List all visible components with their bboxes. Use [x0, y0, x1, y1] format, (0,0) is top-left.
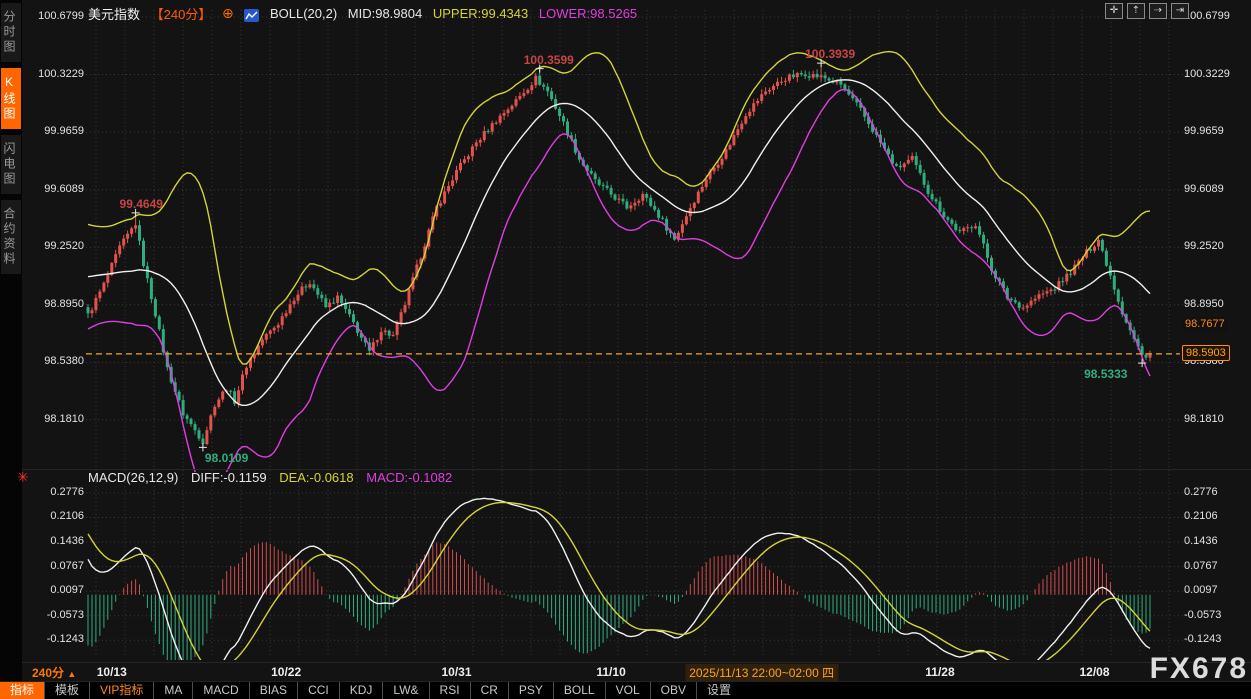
price-extreme-label: 99.4649: [120, 197, 163, 211]
macd-header: MACD(26,12,9) DIFF:-0.1159 DEA:-0.0618 M…: [88, 470, 461, 485]
axis-tick-label: 0.2106: [28, 510, 84, 522]
toolbar-item-VIP指标[interactable]: VIP指标: [89, 682, 153, 699]
price-extreme-label: 98.5333: [1084, 367, 1127, 381]
toolbar-item-BOLL[interactable]: BOLL: [553, 682, 605, 699]
axis-tick-label: 0.0097: [1184, 584, 1244, 596]
axis-tick-label: 0.0097: [28, 584, 84, 596]
axis-tick-label: 100.6799: [28, 10, 84, 22]
boll-mid-value: MID:98.9804: [348, 6, 422, 21]
axis-tick-label: 99.9659: [1184, 125, 1244, 137]
last-price-tag: 98.5903: [1182, 345, 1230, 361]
axis-tick-label: 100.6799: [1184, 10, 1244, 22]
symbol-title: 美元指数: [88, 7, 140, 22]
left-sidebar: 分时图 K线图闪电图合约资料: [0, 0, 22, 683]
x-axis-row: 240分 ▲ 2025/11/13 22:00~02:00 四 10/1310/…: [0, 663, 1251, 683]
x-axis-date-label: 12/08: [1080, 665, 1110, 679]
toolbar-item-指标[interactable]: 指标: [0, 682, 44, 699]
toolbar-item-MACD[interactable]: MACD: [192, 682, 248, 699]
sidebar-tab-item[interactable]: 闪电图: [1, 135, 21, 194]
axis-tick-label: 98.1810: [1184, 413, 1244, 425]
price-extreme-label: 100.3599: [524, 53, 574, 67]
prev-price-tag: 98.7677: [1182, 317, 1228, 331]
x-axis-date-label: 10/31: [442, 665, 472, 679]
axis-tick-label: 0.0767: [28, 560, 84, 572]
sidebar-tab-item[interactable]: 分时图: [1, 3, 21, 62]
price-extreme-label: 98.0109: [205, 451, 248, 465]
toolbar-item-RSI[interactable]: RSI: [429, 682, 470, 699]
axis-tick-label: -0.1243: [1184, 633, 1244, 645]
indicator-chart-icon[interactable]: [244, 9, 259, 22]
chart-app: { "chart_header": { "symbol": "美元指数", "p…: [0, 0, 1251, 699]
boll-upper-value: UPPER:99.4343: [433, 6, 528, 21]
boll-label: BOLL(20,2): [270, 6, 337, 21]
x-axis-date-label: 11/28: [925, 665, 954, 679]
sidebar-tab-active[interactable]: K线图: [1, 68, 21, 129]
axis-tick-label: 0.2776: [28, 486, 84, 498]
macd-name: MACD(26,12,9): [88, 470, 178, 485]
macd-macd-value: MACD:-0.1082: [366, 470, 452, 485]
toolbar-item-LW&[interactable]: LW&: [382, 682, 428, 699]
play-tool-icon[interactable]: ⇢: [1149, 3, 1167, 19]
toolbar-item-BIAS[interactable]: BIAS: [249, 682, 297, 699]
x-axis-date-label: 11/10: [596, 665, 625, 679]
axis-tick-label: 0.2106: [1184, 510, 1244, 522]
toolbar-item-KDJ[interactable]: KDJ: [339, 682, 383, 699]
toolbar-item-模板[interactable]: 模板: [44, 682, 89, 699]
pan-tool-icon[interactable]: ✛: [1105, 3, 1123, 19]
axis-tick-label: -0.1243: [28, 633, 84, 645]
axis-tick-label: 98.5380: [28, 355, 84, 367]
axis-tick-label: -0.0573: [28, 609, 84, 621]
axis-tick-label: 98.8950: [1184, 298, 1244, 310]
toolbar-item-CCI[interactable]: CCI: [297, 682, 339, 699]
x-axis-date-label: 10/13: [97, 665, 127, 679]
axis-tick-label: 100.3229: [1184, 68, 1244, 80]
axis-tick-label: 98.1810: [28, 413, 84, 425]
boll-lower-value: LOWER:98.5265: [539, 6, 637, 21]
macd-diff-value: DIFF:-0.1159: [191, 470, 267, 485]
toolbar-item-PSY[interactable]: PSY: [508, 682, 553, 699]
axis-tick-label: 0.1436: [1184, 535, 1244, 547]
toolbar-item-VOL[interactable]: VOL: [605, 682, 650, 699]
toolbar-item-MA[interactable]: MA: [153, 682, 192, 699]
axis-tick-label: 99.2520: [1184, 240, 1244, 252]
toolbar-item-设置[interactable]: 设置: [696, 682, 741, 699]
axis-tick-label: 99.6089: [28, 183, 84, 195]
chart-toolbar-icons: ✛⇡⇢⇥: [1105, 3, 1189, 19]
bottom-toolbar: 指标模板VIP指标MAMACDBIASCCIKDJLW&RSICRPSYBOLL…: [0, 681, 1251, 699]
toolbar-item-CR[interactable]: CR: [470, 682, 508, 699]
shift-right-tool-icon[interactable]: ⇥: [1171, 3, 1189, 19]
axis-tick-label: 0.1436: [28, 535, 84, 547]
axis-tick-label: 99.6089: [1184, 183, 1244, 195]
axis-tick-label: 99.9659: [28, 125, 84, 137]
candlestick-chart-canvas[interactable]: [0, 0, 1251, 699]
chart-header: 美元指数 【240分】 ⊕ BOLL(20,2) MID:98.9804 UPP…: [88, 4, 644, 20]
axis-tick-label: -0.0573: [1184, 609, 1244, 621]
live-indicator-icon[interactable]: ✳: [17, 469, 29, 486]
x-axis-date-label: 10/22: [271, 665, 301, 679]
scale-up-tool-icon[interactable]: ⇡: [1127, 3, 1145, 19]
axis-tick-label: 0.0767: [1184, 560, 1244, 572]
toolbar-item-OBV[interactable]: OBV: [650, 682, 696, 699]
price-extreme-label: 100.3939: [805, 47, 855, 61]
macd-dea-value: DEA:-0.0618: [279, 470, 353, 485]
period-badge: 【240分】: [151, 7, 212, 22]
axis-tick-label: 99.2520: [28, 240, 84, 252]
axis-tick-label: 98.8950: [28, 298, 84, 310]
add-indicator-icon[interactable]: ⊕: [222, 5, 234, 21]
axis-tick-label: 100.3229: [28, 68, 84, 80]
sidebar-tab-item[interactable]: 合约资料: [1, 200, 21, 274]
axis-tick-label: 0.2776: [1184, 486, 1244, 498]
